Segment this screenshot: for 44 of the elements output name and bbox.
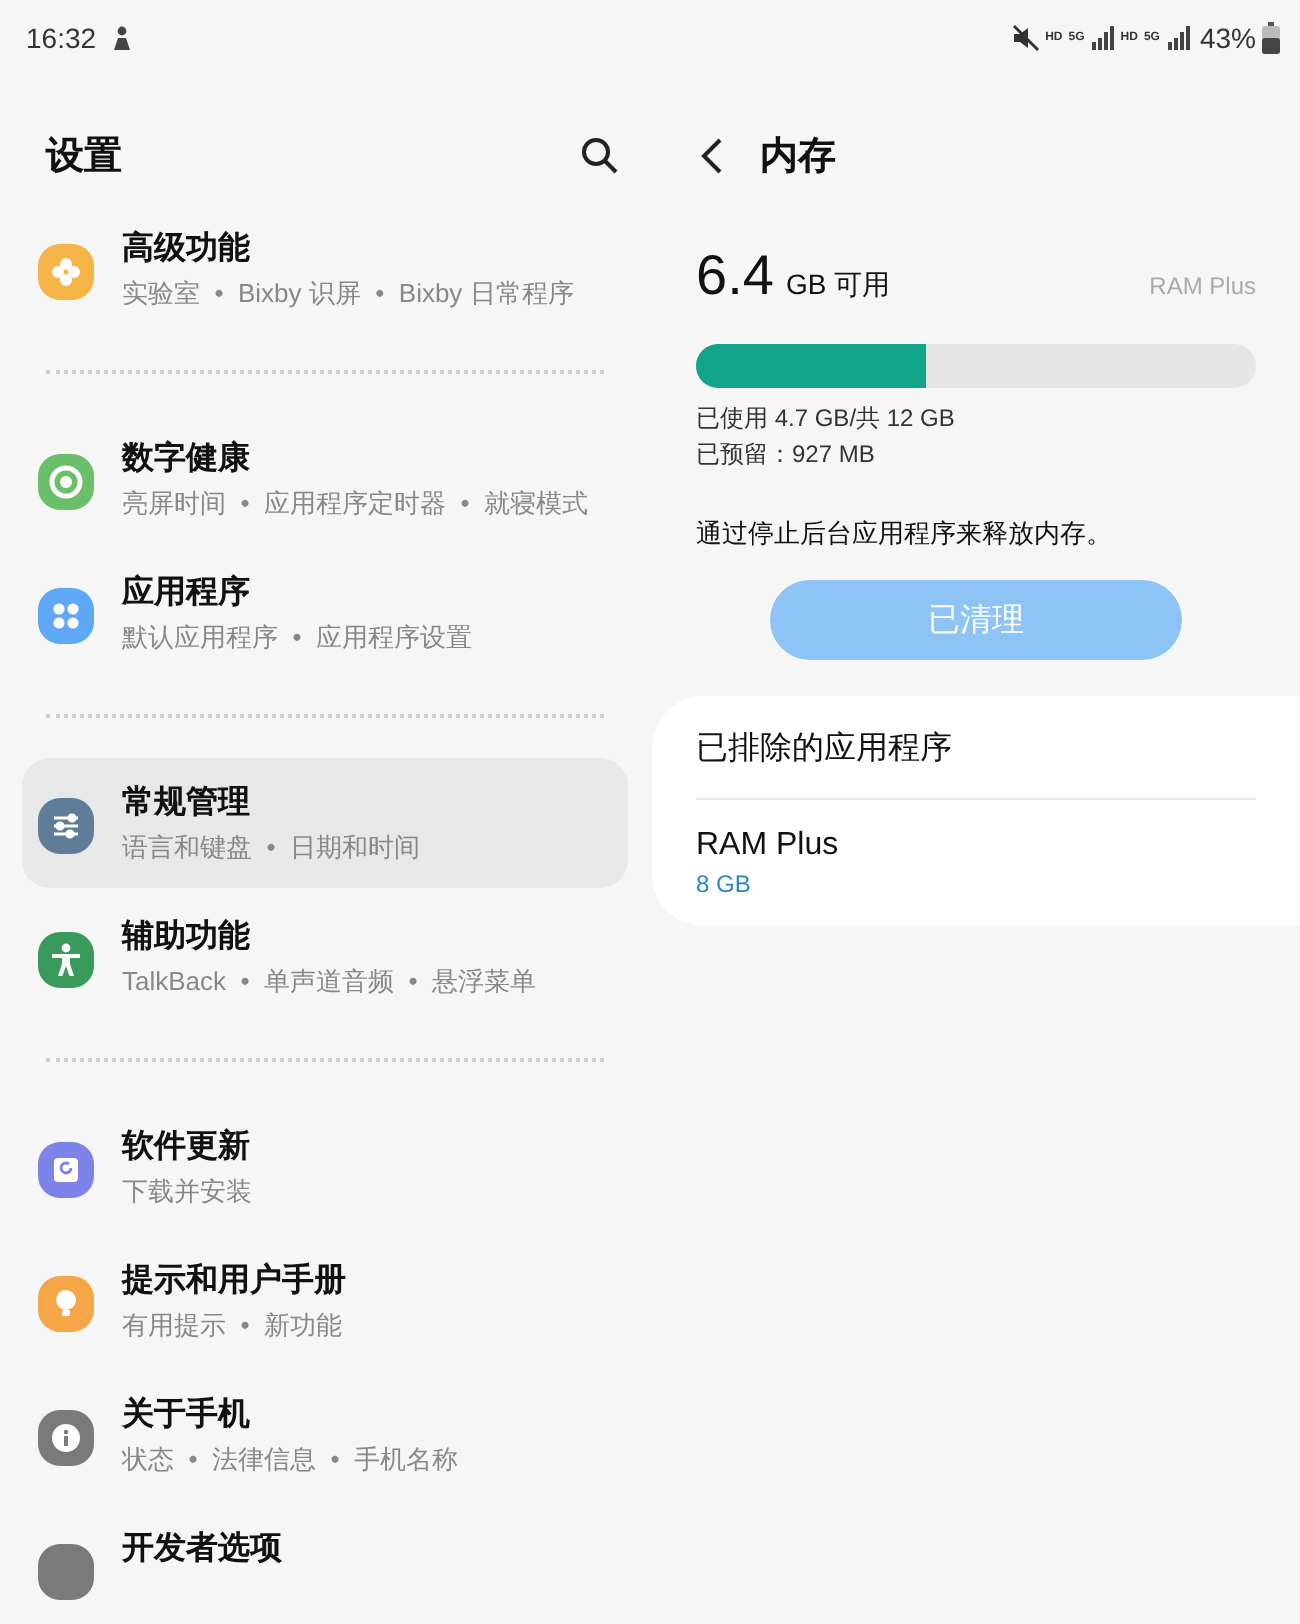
item-title: 数字健康 — [122, 438, 252, 480]
settings-item[interactable]: 关于手机 状态 • 法律信息 • 手机名称 — [22, 1370, 628, 1500]
settings-item[interactable]: 开发者选项 — [22, 1504, 628, 1624]
description: 通过停止后台应用程序来释放内存。 — [696, 516, 1114, 552]
item-subtitle: 实验室 • Bixby 识屏 • Bixby 日常程序 — [122, 276, 574, 310]
battery-icon — [1262, 22, 1280, 54]
item-title: 提示和用户手册 — [122, 1260, 346, 1302]
search-icon[interactable] — [580, 136, 620, 176]
available-value: 6.4 — [696, 244, 774, 308]
back-icon[interactable] — [700, 136, 724, 176]
item-title: 应用程序 — [122, 572, 252, 614]
settings-item[interactable]: 软件更新 下载并安装 — [22, 1102, 628, 1232]
item-title: 辅助功能 — [122, 917, 252, 958]
item-title: 关于手机 — [122, 1394, 252, 1436]
item-subtitle: 亮屏时间 • 应用程序定时器 • 就寝模式 — [122, 486, 588, 520]
available-unit: GB 可用 — [785, 268, 891, 304]
page-title: 内存 — [760, 134, 836, 182]
settings-item[interactable]: 数字健康 亮屏时间 • 应用程序定时器 • 就寝模式 — [22, 414, 628, 544]
item-subtitle: 默认应用程序 • 应用程序设置 — [122, 620, 472, 654]
item-title: 开发者选项 — [122, 1529, 282, 1570]
settings-item[interactable]: 辅助功能 TalkBack • 单声道音频 • 悬浮菜单 — [22, 892, 628, 1022]
used-text: 已使用 4.7 GB/共 12 GB — [696, 402, 957, 436]
item-title: 高级功能 — [122, 228, 252, 270]
app-name[interactable]: RAM Plus — [696, 828, 1256, 864]
page-title: 设置 — [46, 134, 122, 182]
signal-icon — [1090, 26, 1115, 50]
item-title: 常规管理 — [122, 783, 252, 824]
card-title: 已排除的应用程序 — [696, 729, 954, 770]
settings-item[interactable]: 常规管理 语言和键盘 • 日期和时间 — [22, 758, 628, 888]
item-title: 软件更新 — [122, 1126, 252, 1168]
item-subtitle: 有用提示 • 新功能 — [122, 1308, 344, 1342]
settings-item[interactable]: 提示和用户手册 有用提示 • 新功能 — [22, 1236, 628, 1366]
signal-icon — [1165, 26, 1190, 50]
status-time: 16:32 — [26, 22, 97, 54]
reserved-text: 已预留：927 MB — [696, 438, 877, 472]
item-subtitle: 状态 • 法律信息 • 手机名称 — [122, 1442, 458, 1476]
mute-icon — [1011, 24, 1040, 52]
item-subtitle: 下载并安装 — [122, 1174, 252, 1208]
item-subtitle: TalkBack • 单声道音频 • 悬浮菜单 — [122, 964, 537, 998]
item-subtitle: 语言和键盘 • 日期和时间 — [122, 830, 420, 864]
settings-item[interactable]: 应用程序 默认应用程序 • 应用程序设置 — [22, 548, 628, 678]
battery-percent: 43% — [1199, 22, 1256, 54]
settings-item[interactable]: 高级功能 实验室 • Bixby 识屏 • Bixby 日常程序 — [22, 204, 628, 334]
app-value: 8 GB — [696, 870, 753, 898]
